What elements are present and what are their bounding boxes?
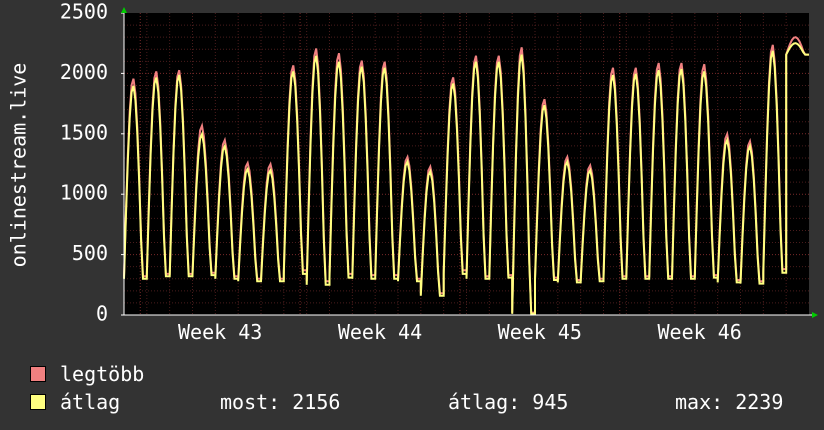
chart: 0 500 1000 1500 2000 2500 Week 43 Week 44 Week … — [7, 0, 818, 344]
x-tick-label: Week 44 — [338, 320, 422, 344]
y-tick-label: 1500 — [60, 120, 108, 144]
x-tick-label: Week 45 — [498, 320, 582, 344]
y-axis-ticks: 0 500 1000 1500 2000 2500 — [60, 0, 124, 326]
y-tick-label: 500 — [72, 241, 108, 265]
y-tick-label: 2500 — [60, 0, 108, 24]
y-axis-arrow-icon — [121, 7, 127, 13]
x-tick-label: Week 43 — [178, 320, 262, 344]
y-tick-label: 2000 — [60, 60, 108, 84]
y-tick-label: 1000 — [60, 181, 108, 205]
x-axis-arrow-icon — [812, 312, 818, 318]
y-tick-label: 0 — [96, 302, 108, 326]
x-tick-label: Week 46 — [658, 320, 742, 344]
y-axis-label: onlinestream.live — [7, 63, 31, 268]
